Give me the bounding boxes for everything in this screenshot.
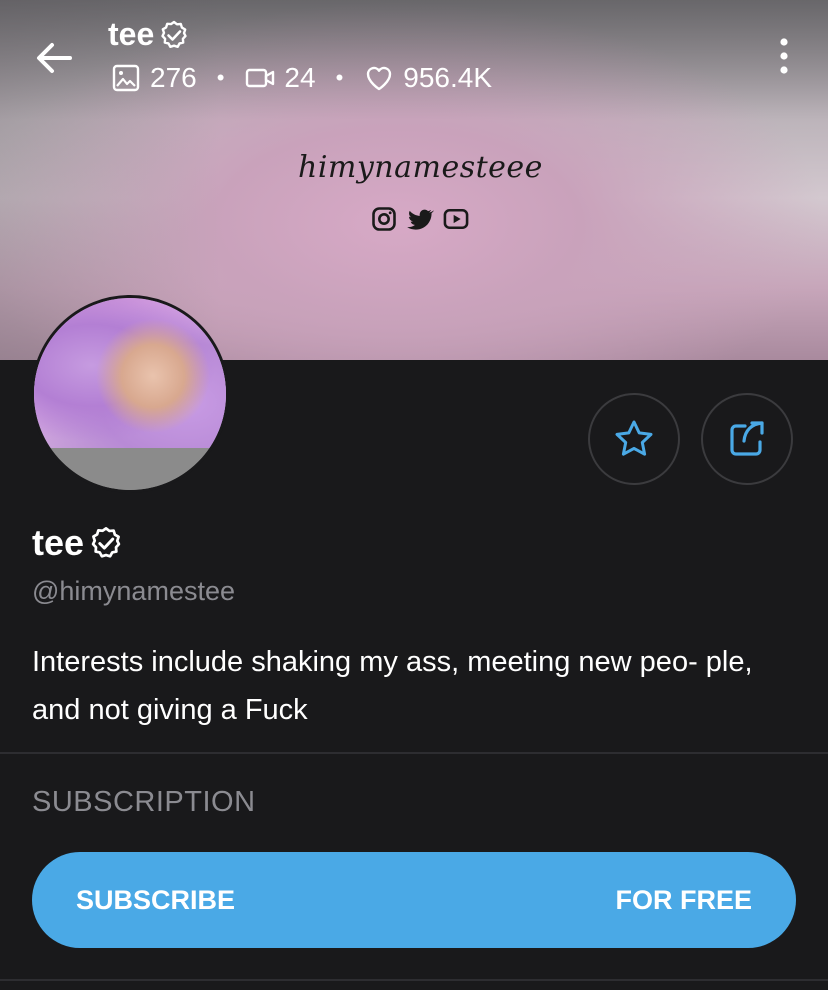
profile-bio: Interests include shaking my ass, meetin…	[32, 646, 753, 726]
instagram-icon	[372, 207, 396, 231]
subscribe-label: SUBSCRIBE	[76, 884, 236, 915]
back-arrow-icon	[37, 43, 72, 73]
profile-name: tee	[32, 522, 85, 563]
verified-badge-icon	[91, 527, 121, 558]
header-title: tee	[108, 16, 190, 53]
share-button[interactable]	[701, 393, 793, 485]
cover-script-text: himynamesteee	[298, 150, 543, 185]
image-icon	[112, 64, 140, 92]
header-stats: 276 • 24 • 956.4K	[110, 62, 492, 94]
youtube-icon	[443, 208, 469, 230]
avatar-photo	[34, 298, 226, 448]
photos-stat: 276	[110, 62, 197, 94]
divider	[0, 752, 828, 754]
cover-social-icons	[370, 205, 470, 233]
verified-badge-icon	[158, 19, 190, 51]
heart-icon	[367, 66, 392, 91]
likes-count: 956.4K	[403, 62, 493, 93]
profile-name-row: tee	[32, 522, 124, 564]
video-icon	[246, 68, 275, 88]
profile-page: himynamesteee tee 276 • 24 • 956.4K tee …	[0, 0, 828, 990]
header-name: tee	[108, 16, 155, 52]
share-icon	[730, 421, 764, 456]
add-to-favorites-button[interactable]	[588, 393, 680, 485]
subscribe-price: FOR FREE	[615, 884, 752, 915]
avatar[interactable]	[31, 295, 229, 493]
profile-handle: @himynamestee	[32, 576, 235, 606]
videos-stat: 24	[244, 62, 316, 94]
divider	[0, 979, 828, 981]
more-options-button[interactable]	[768, 36, 800, 76]
twitter-icon	[407, 209, 434, 230]
back-button[interactable]	[30, 34, 78, 82]
likes-stat: 956.4K	[363, 62, 492, 94]
star-icon	[615, 420, 653, 456]
subscription-section-title: SUBSCRIPTION	[32, 786, 256, 818]
cover-logo: himynamesteee	[290, 120, 570, 240]
more-vertical-icon	[780, 38, 788, 74]
videos-count: 24	[284, 62, 316, 93]
photos-count: 276	[150, 62, 197, 93]
subscribe-button[interactable]: SUBSCRIBE FOR FREE	[32, 852, 796, 948]
